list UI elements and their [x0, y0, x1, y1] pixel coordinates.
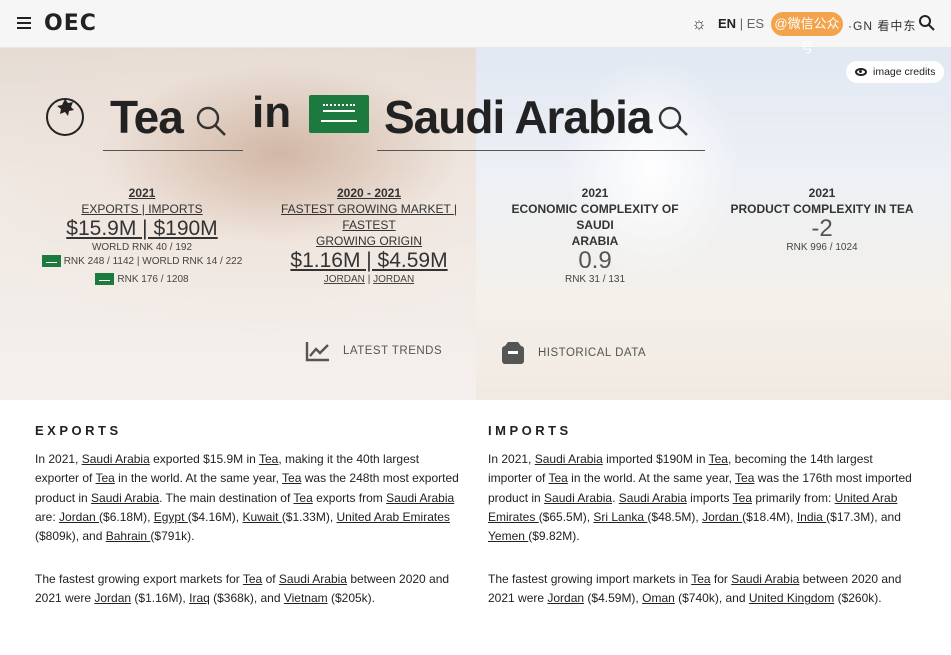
image-credits-button[interactable]: image credits: [846, 61, 945, 83]
pci-stat: 2021 PRODUCT COMPLEXITY IN TEA -2 RNK 99…: [722, 185, 922, 255]
country-link[interactable]: Saudi Arabia: [279, 572, 347, 586]
country-link[interactable]: Saudi Arabia: [535, 452, 603, 466]
product-link[interactable]: Tea: [733, 491, 752, 505]
latest-trends-label: LATEST TRENDS: [343, 345, 443, 357]
lang-es[interactable]: ES: [747, 16, 764, 31]
product-link[interactable]: Tea: [293, 491, 312, 505]
destination-link-kuwait[interactable]: Kuwait: [242, 510, 281, 524]
search-icon[interactable]: [918, 14, 936, 32]
destination-link-bahrain[interactable]: Bahrain: [106, 529, 151, 543]
country-link[interactable]: Saudi Arabia: [91, 491, 159, 505]
signin-button[interactable]: @微信公众号: [771, 12, 843, 55]
stat-year: 2021: [581, 186, 609, 200]
origin-link-jordan[interactable]: Jordan: [702, 510, 742, 524]
eye-icon: [855, 68, 867, 76]
eci-stat: 2021 ECONOMIC COMPLEXITY OF SAUDI ARABIA…: [492, 185, 698, 287]
archive-box-icon: [502, 342, 524, 364]
exports-heading: EXPORTS: [35, 423, 122, 438]
market-link-iraq[interactable]: Iraq: [189, 591, 210, 605]
stat-value: -2: [811, 215, 833, 242]
origin-link-yemen[interactable]: Yemen: [488, 529, 528, 543]
stat-value[interactable]: $1.16M | $4.59M: [262, 249, 476, 273]
product-link[interactable]: Tea: [735, 471, 754, 485]
market-link-vietnam[interactable]: Vietnam: [284, 591, 328, 605]
imports-section: IMPORTS In 2021, Saudi Arabia imported $…: [476, 400, 951, 655]
fastest-market-link[interactable]: JORDAN: [324, 274, 365, 285]
stat-year: 2021: [808, 186, 836, 200]
tea-product-icon: [46, 98, 84, 136]
top-navigation-bar: OEC ☼ EN | ES @微信公众号 ·GN 看中东: [0, 0, 951, 55]
market-link-uk[interactable]: United Kingdom: [749, 591, 834, 605]
origin-link-india[interactable]: India: [797, 510, 826, 524]
stat-year[interactable]: 2021: [40, 185, 244, 201]
saudi-flag-icon: [41, 255, 61, 268]
oec-logo[interactable]: OEC: [44, 11, 97, 36]
fastest-origin-link[interactable]: JORDAN: [373, 274, 414, 285]
product-link[interactable]: Tea: [259, 452, 278, 466]
hero-banner: image credits Tea in Saudi Arabia 2021 E…: [0, 48, 951, 400]
historical-data-button[interactable]: HISTORICAL DATA: [500, 340, 646, 366]
line-chart-icon: [305, 342, 329, 362]
destination-link-egypt[interactable]: Egypt: [154, 510, 188, 524]
lang-separator: |: [739, 16, 744, 31]
product-link[interactable]: Tea: [243, 572, 262, 586]
country-rank: RNK 248 / 1142 | WORLD RNK 14 / 222: [40, 255, 244, 269]
country-link[interactable]: Saudi Arabia: [82, 452, 150, 466]
saudi-flag-icon: [95, 273, 115, 286]
imports-paragraph-2: The fastest growing import markets in Te…: [488, 572, 902, 606]
stat-rank: RNK 31 / 131: [564, 274, 626, 285]
sun-icon[interactable]: ☼: [690, 15, 708, 33]
product-link[interactable]: Tea: [709, 452, 728, 466]
stat-label-line2[interactable]: GROWING ORIGIN: [262, 233, 476, 249]
latest-trends-button[interactable]: LATEST TRENDS: [305, 340, 442, 362]
language-switcher: EN | ES: [718, 16, 764, 31]
destination-link-uae[interactable]: United Arab Emirates: [337, 510, 450, 524]
country-title[interactable]: Saudi Arabia: [384, 90, 652, 144]
destination-link-jordan[interactable]: Jordan: [59, 510, 99, 524]
country-link[interactable]: Saudi Arabia: [619, 491, 687, 505]
imports-heading: IMPORTS: [488, 423, 572, 438]
stat-value: 0.9: [578, 247, 612, 274]
product-link[interactable]: Tea: [282, 471, 301, 485]
product-link[interactable]: Tea: [548, 471, 567, 485]
menu-icon[interactable]: [17, 17, 31, 29]
stat-rank: RNK 996 / 1024: [786, 242, 858, 253]
product-link[interactable]: Tea: [95, 471, 114, 485]
fastest-growing-stat: 2020 - 2021 FASTEST GROWING MARKET | FAS…: [262, 185, 476, 287]
market-link-oman[interactable]: Oman: [642, 591, 675, 605]
country-rank-secondary: RNK 176 / 1208: [40, 273, 244, 287]
stat-label-line1[interactable]: FASTEST GROWING MARKET | FASTEST: [262, 201, 476, 233]
exports-paragraph-2: The fastest growing export markets for T…: [35, 572, 450, 606]
image-credits-label: image credits: [873, 66, 936, 78]
country-search-icon[interactable]: [656, 104, 690, 138]
title-connector: in: [252, 88, 292, 137]
product-search-icon[interactable]: [194, 104, 228, 138]
lang-en[interactable]: EN: [718, 16, 736, 31]
stat-label-line1: ECONOMIC COMPLEXITY OF SAUDI: [511, 202, 679, 232]
country-link[interactable]: Saudi Arabia: [731, 572, 799, 586]
page-title: Tea in Saudi Arabia: [0, 86, 951, 158]
world-rank: WORLD RNK 40 / 192: [91, 242, 193, 253]
exports-paragraph-1: In 2021, Saudi Arabia exported $15.9M in…: [35, 452, 459, 544]
market-link-jordan[interactable]: Jordan: [94, 591, 131, 605]
product-title[interactable]: Tea: [110, 90, 184, 144]
trade-value-stat: 2021 EXPORTS | IMPORTS $15.9M | $190M WO…: [40, 185, 244, 287]
origin-link-sri-lanka[interactable]: Sri Lanka: [593, 510, 647, 524]
market-link-jordan[interactable]: Jordan: [547, 591, 584, 605]
stat-year[interactable]: 2020 - 2021: [262, 185, 476, 201]
stat-label[interactable]: EXPORTS | IMPORTS: [40, 201, 244, 217]
saudi-arabia-flag-icon: [309, 95, 369, 133]
watermark-text: ·GN 看中东: [848, 19, 917, 33]
imports-paragraph-1: In 2021, Saudi Arabia imported $190M in …: [488, 452, 912, 544]
country-link[interactable]: Saudi Arabia: [544, 491, 612, 505]
stat-value[interactable]: $15.9M | $190M: [40, 217, 244, 241]
country-link[interactable]: Saudi Arabia: [386, 491, 454, 505]
separator: |: [367, 274, 371, 285]
exports-section: EXPORTS In 2021, Saudi Arabia exported $…: [0, 400, 476, 655]
historical-data-label: HISTORICAL DATA: [538, 347, 647, 359]
product-link[interactable]: Tea: [691, 572, 710, 586]
